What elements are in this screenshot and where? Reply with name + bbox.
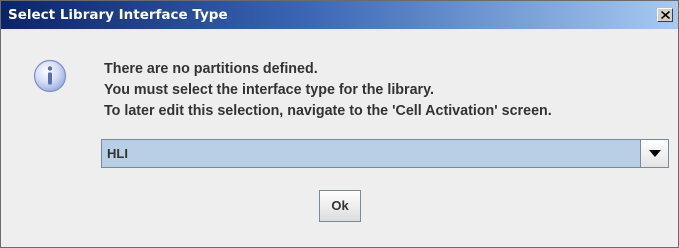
title-bar[interactable]: Select Library Interface Type [1, 1, 678, 29]
dialog-title: Select Library Interface Type [8, 7, 228, 23]
dropdown-selected-value: HLI [107, 146, 128, 161]
chevron-down-icon [649, 150, 661, 157]
close-icon [661, 11, 670, 19]
message-line: To later edit this selection, navigate t… [104, 103, 552, 119]
interface-type-dropdown[interactable]: HLI [101, 139, 669, 168]
info-icon [33, 59, 67, 93]
message-line: There are no partitions defined. [104, 61, 318, 77]
message-text: There are no partitions defined. You mus… [104, 59, 552, 122]
ok-button[interactable]: Ok [319, 190, 361, 222]
close-button[interactable] [657, 8, 673, 22]
select-library-interface-dialog: Select Library Interface Type There are … [0, 0, 679, 248]
message-line: You must select the interface type for t… [104, 82, 434, 98]
dropdown-arrow-button[interactable] [640, 140, 668, 167]
